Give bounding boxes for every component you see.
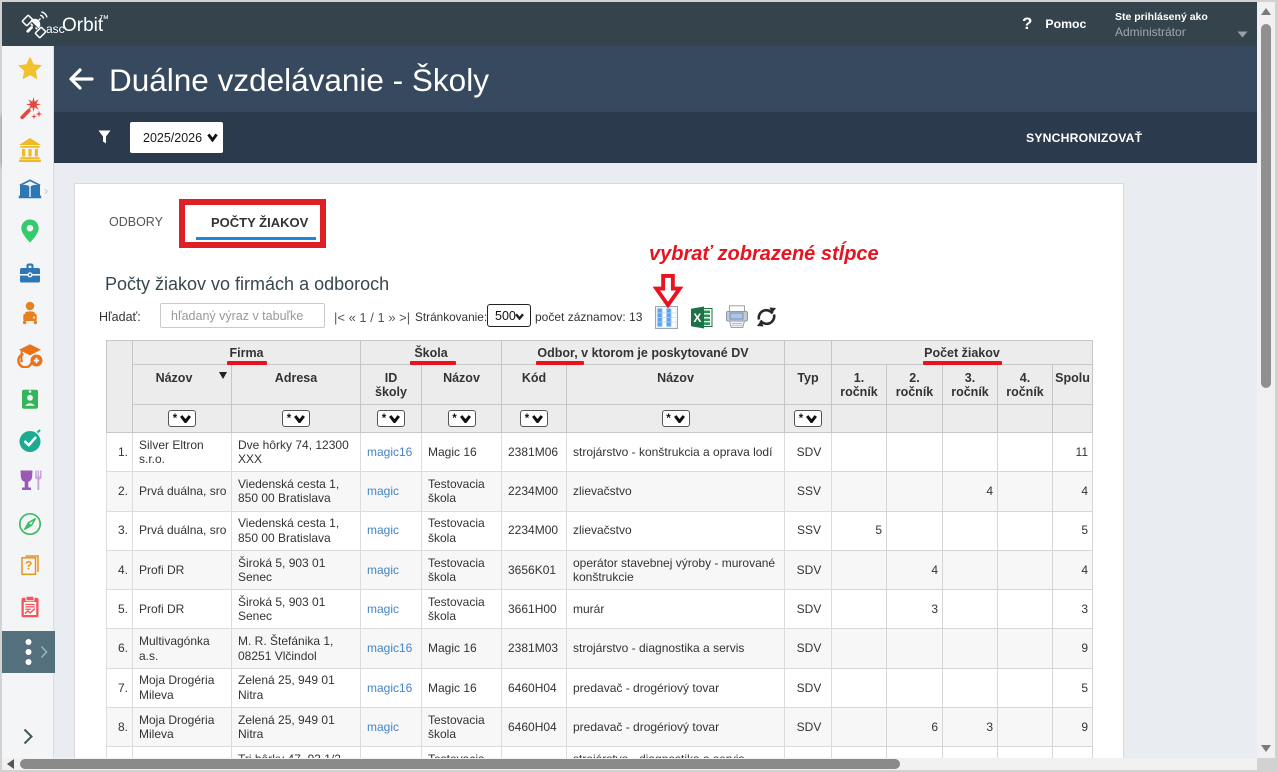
svg-text:?: ? (25, 559, 32, 573)
svg-text:X: X (693, 311, 701, 325)
